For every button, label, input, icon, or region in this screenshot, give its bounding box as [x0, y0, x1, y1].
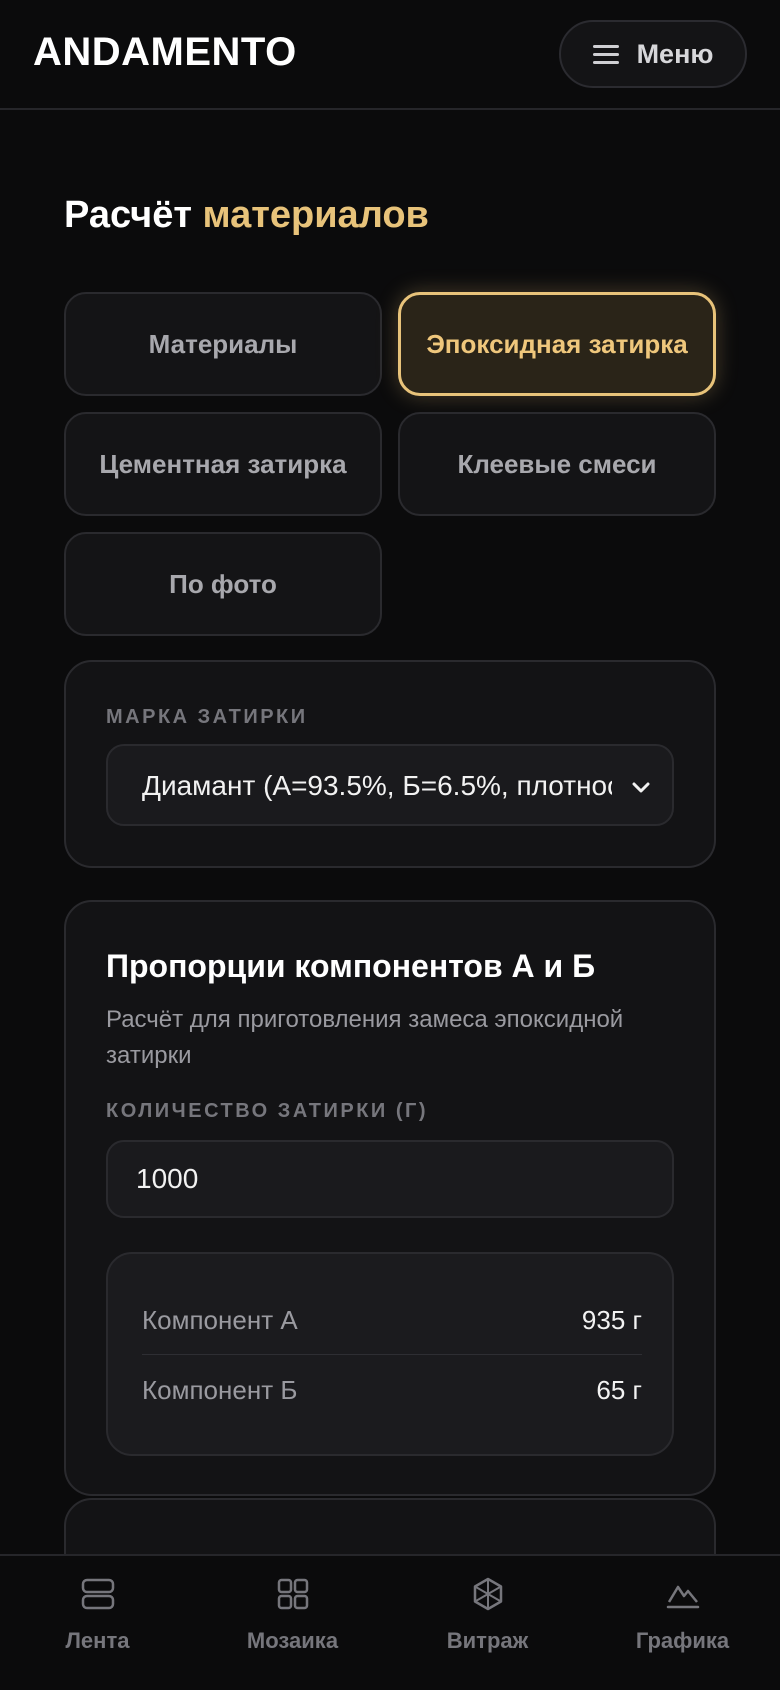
proportions-card: Пропорции компонентов А и Б Расчёт для п… — [64, 900, 716, 1496]
tab-epoxy-grout[interactable]: Эпоксидная затирка — [398, 292, 716, 396]
feed-icon — [81, 1578, 114, 1610]
grout-brand-label: МАРКА ЗАТИРКИ — [106, 706, 308, 728]
results-panel: Компонент А 935 г Компонент Б 65 г — [106, 1252, 674, 1456]
result-name: Компонент А — [142, 1304, 298, 1335]
nav-item-mosaic[interactable]: Мозаика — [195, 1556, 390, 1690]
grout-brand-select[interactable]: Диамант (А=93.5%, Б=6.5%, плотность — [106, 744, 674, 826]
quantity-input[interactable]: 1000 — [106, 1140, 674, 1218]
hamburger-icon — [592, 45, 619, 64]
top-header: ANDAMENTO Меню — [0, 0, 780, 110]
next-card — [64, 1498, 716, 1554]
tab-cement-grout[interactable]: Цементная затирка — [64, 412, 382, 516]
nav-label: Витраж — [446, 1628, 529, 1653]
nav-item-stained-glass[interactable]: Витраж — [390, 1556, 585, 1690]
result-name: Компонент Б — [142, 1374, 298, 1405]
mountain-graphic-icon — [666, 1585, 699, 1609]
chevron-down-icon — [632, 782, 650, 793]
page-title-main: Расчёт — [64, 194, 203, 236]
nav-item-graphics[interactable]: Графика — [585, 1556, 780, 1690]
nav-label: Мозаика — [246, 1628, 339, 1653]
result-row-component-b: Компонент Б 65 г — [142, 1356, 642, 1424]
result-row-component-a: Компонент А 935 г — [142, 1286, 642, 1354]
stained-glass-icon — [473, 1577, 502, 1611]
proportions-title: Пропорции компонентов А и Б — [106, 948, 596, 984]
nav-item-feed[interactable]: Лента — [0, 1556, 195, 1690]
bottom-navigation: Лента Мозаика Витраж Графика — [0, 1554, 780, 1688]
page-title-accent: материалов — [202, 194, 429, 236]
tab-materials[interactable]: Материалы — [64, 292, 382, 396]
tab-by-photo[interactable]: По фото — [64, 532, 382, 636]
tab-adhesive-mixes[interactable]: Клеевые смеси — [398, 412, 716, 516]
page-title: Расчёт материалов — [64, 194, 429, 237]
grout-brand-card: МАРКА ЗАТИРКИ Диамант (А=93.5%, Б=6.5%, … — [64, 660, 716, 868]
proportions-description: Расчёт для приготовления замеса эпоксидн… — [106, 1006, 624, 1069]
divider — [142, 1354, 642, 1355]
nav-label: Лента — [65, 1628, 130, 1653]
grout-brand-selected-value: Диамант (А=93.5%, Б=6.5%, плотность — [142, 770, 612, 801]
app-logo[interactable]: ANDAMENTO — [33, 30, 297, 75]
result-value: 935 г — [581, 1304, 642, 1335]
menu-button[interactable]: Меню — [559, 20, 747, 88]
result-value: 65 г — [596, 1374, 642, 1405]
mosaic-grid-icon — [277, 1578, 308, 1610]
menu-button-label: Меню — [636, 38, 714, 69]
main-content[interactable]: Расчёт материалов Материалы Эпоксидная з… — [0, 110, 780, 1554]
quantity-label: КОЛИЧЕСТВО ЗАТИРКИ (Г) — [106, 1100, 428, 1122]
nav-label: Графика — [635, 1628, 730, 1653]
